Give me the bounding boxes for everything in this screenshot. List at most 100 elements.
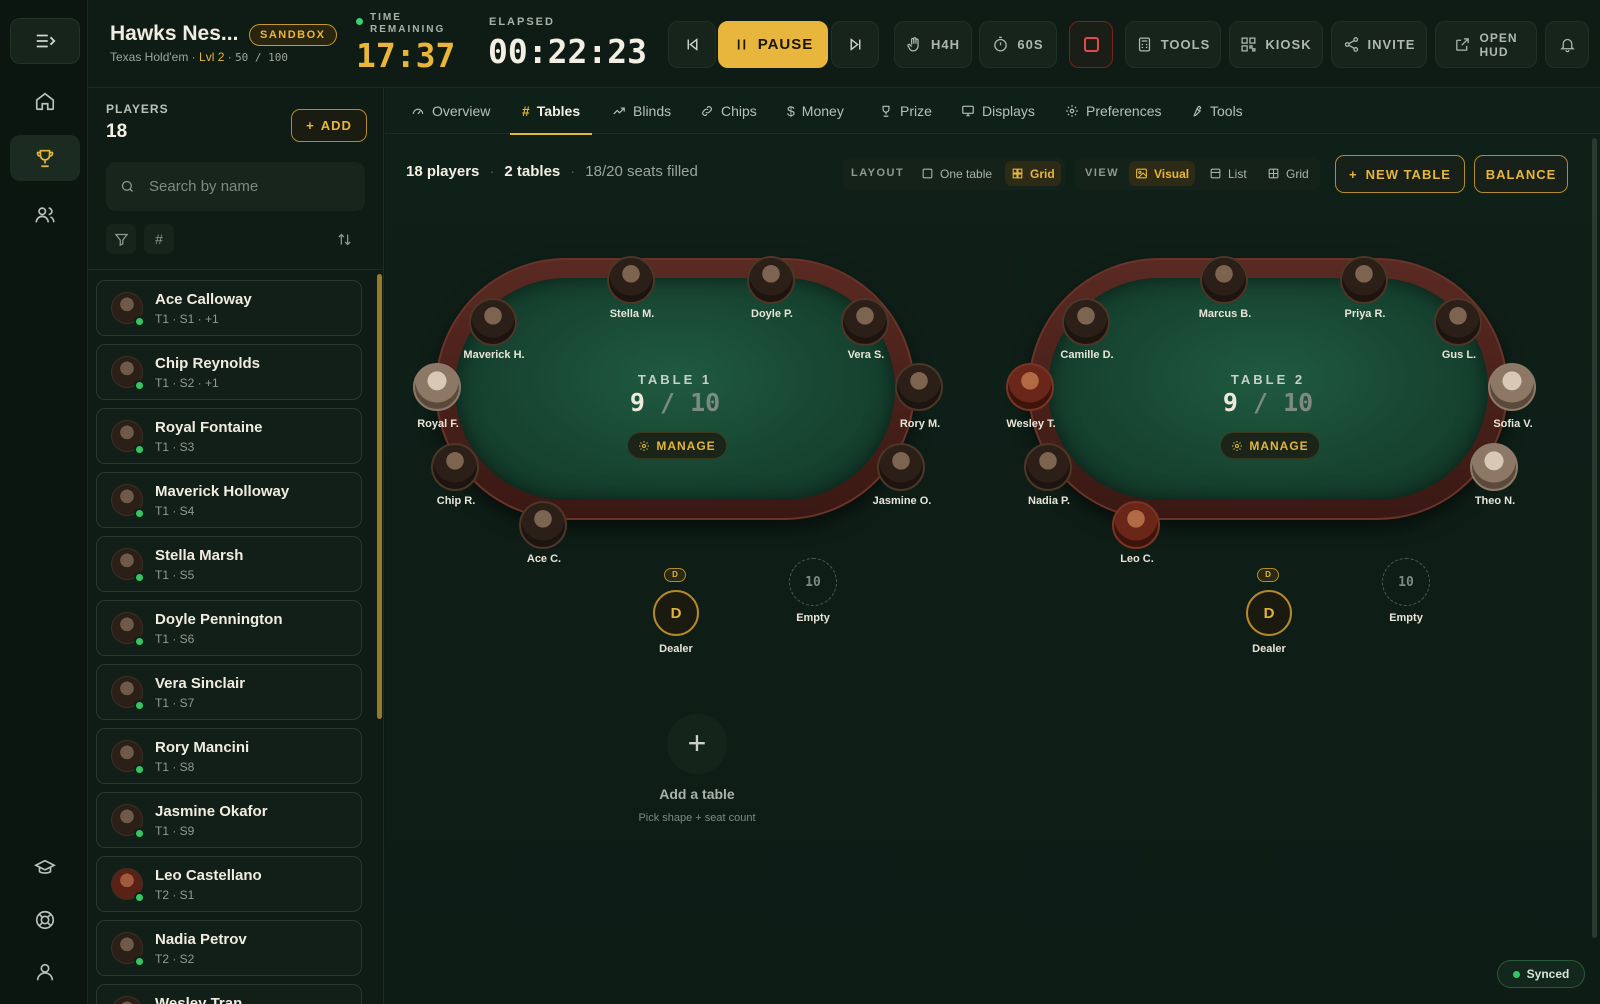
add-table-placeholder[interactable]: + Add a table Pick shape + seat count — [632, 714, 762, 824]
player-card[interactable]: Leo Castellano T2 · S1 — [96, 856, 362, 912]
rail-account-button[interactable] — [10, 949, 80, 995]
empty-seat[interactable]: 10 — [789, 558, 837, 606]
timer-60s-button[interactable]: 60S — [979, 21, 1057, 68]
seat-avatar[interactable] — [1200, 256, 1248, 304]
main-scrollbar[interactable] — [1592, 138, 1597, 938]
seat-player-name: Theo N. — [1474, 495, 1516, 507]
seat-avatar[interactable] — [519, 501, 567, 549]
seat-avatar[interactable] — [1024, 443, 1072, 491]
filter-button[interactable] — [106, 224, 136, 254]
empty-seat[interactable]: 10 — [1382, 558, 1430, 606]
seat-avatar[interactable] — [841, 298, 889, 346]
seat-avatar[interactable] — [1062, 298, 1110, 346]
player-card[interactable]: Wesley Tran — [96, 984, 362, 1004]
player-card[interactable]: Vera Sinclair T1 · S7 — [96, 664, 362, 720]
rail-home-button[interactable] — [10, 78, 80, 124]
tables-summary: 18 players · 2 tables · 18/20 seats filled — [406, 163, 698, 180]
player-card[interactable]: Jasmine Okafor T1 · S9 — [96, 792, 362, 848]
layout-one-table-option[interactable]: One table — [915, 161, 998, 186]
next-level-button[interactable] — [831, 21, 879, 68]
tab-bar: Overview # Tables Blinds Chips $ Money P… — [385, 88, 1600, 135]
view-grid-option[interactable]: Grid — [1261, 161, 1315, 186]
search-input[interactable]: Search by name — [149, 178, 258, 195]
seat-number-toggle[interactable]: # — [144, 224, 174, 254]
player-card[interactable]: Maverick Holloway T1 · S4 — [96, 472, 362, 528]
rail-learn-button[interactable] — [10, 845, 80, 891]
dealer-button[interactable]: D — [1246, 590, 1292, 636]
rail-players-button[interactable] — [10, 192, 80, 238]
manage-table-button[interactable]: MANAGE — [627, 432, 727, 459]
stop-button[interactable] — [1069, 21, 1113, 68]
empty-seat-label: Empty — [1389, 612, 1423, 624]
tab-tables[interactable]: # Tables — [509, 88, 593, 135]
open-hud-button[interactable]: OPEN HUD — [1435, 21, 1537, 68]
link-icon — [702, 106, 712, 116]
player-card[interactable]: Nadia Petrov T2 · S2 — [96, 920, 362, 976]
seat-avatar[interactable] — [413, 363, 461, 411]
player-card[interactable]: Rory Mancini T1 · S8 — [96, 728, 362, 784]
tab-preferences[interactable]: Preferences — [1065, 88, 1161, 134]
menu-toggle-button[interactable] — [10, 18, 80, 64]
tab-prize[interactable]: Prize — [879, 88, 932, 134]
dealer-button[interactable]: D — [653, 590, 699, 636]
new-table-button[interactable]: + NEW TABLE — [1335, 155, 1465, 193]
seat-avatar[interactable] — [431, 443, 479, 491]
seat-avatar[interactable] — [1006, 363, 1054, 411]
tab-money[interactable]: $ Money — [787, 88, 844, 134]
rail-tournament-button[interactable] — [10, 135, 80, 181]
layout-grid-option[interactable]: Grid — [1005, 161, 1061, 186]
tools-button[interactable]: TOOLS — [1125, 21, 1221, 68]
seat-avatar[interactable] — [1340, 256, 1388, 304]
poker-table-1[interactable]: TABLE 19 / 10 MANAGE Stella M. Doyle P. Mave… — [413, 238, 943, 655]
player-card[interactable]: Royal Fontaine T1 · S3 — [96, 408, 362, 464]
player-list-scrollbar[interactable] — [377, 274, 382, 719]
player-card[interactable]: Chip Reynolds T1 · S2 · +1 — [96, 344, 362, 400]
poker-table-2[interactable]: TABLE 29 / 10 MANAGE Marcus B. Priya R. Cami… — [1006, 238, 1536, 655]
external-link-icon — [1456, 38, 1470, 51]
tab-displays[interactable]: Displays — [961, 88, 1035, 134]
hash-icon: # — [522, 103, 530, 119]
seat-avatar[interactable] — [877, 443, 925, 491]
add-player-button[interactable]: + ADD — [291, 109, 367, 142]
tab-overview[interactable]: Overview — [411, 88, 490, 134]
invite-button[interactable]: INVITE — [1331, 21, 1427, 68]
seat-avatar[interactable] — [607, 256, 655, 304]
kiosk-button[interactable]: KIOSK — [1229, 21, 1323, 68]
view-visual-option[interactable]: Visual — [1129, 161, 1196, 186]
rail-help-button[interactable] — [10, 897, 80, 943]
players-panel: PLAYERS 18 + ADD Search by name # Ace Ca… — [88, 88, 384, 1004]
seat-avatar[interactable] — [1112, 501, 1160, 549]
pause-button[interactable]: PAUSE — [718, 21, 828, 68]
seat-avatar[interactable] — [1470, 443, 1518, 491]
player-seat: T1 · S7 — [155, 696, 195, 710]
hand-for-hand-button[interactable]: H4H — [894, 21, 972, 68]
main-content: Overview # Tables Blinds Chips $ Money P… — [385, 88, 1600, 1004]
gauge-icon — [412, 108, 424, 115]
add-table-plus-icon[interactable]: + — [667, 714, 727, 774]
notifications-button[interactable] — [1545, 21, 1589, 68]
tab-blinds[interactable]: Blinds — [612, 88, 671, 134]
tournament-title[interactable]: Hawks Nes... — [110, 22, 238, 46]
player-card[interactable]: Doyle Pennington T1 · S6 — [96, 600, 362, 656]
player-card[interactable]: Stella Marsh T1 · S5 — [96, 536, 362, 592]
seat-avatar[interactable] — [747, 256, 795, 304]
manage-table-button[interactable]: MANAGE — [1220, 432, 1320, 459]
tab-tools[interactable]: Tools — [1189, 88, 1243, 134]
seat-avatar[interactable] — [895, 363, 943, 411]
player-card[interactable]: Ace Calloway T1 · S1 · +1 — [96, 280, 362, 336]
stopwatch-icon — [994, 36, 1008, 52]
seat-avatar[interactable] — [1488, 363, 1536, 411]
player-seat: T2 · S1 — [155, 888, 195, 902]
seat-avatar[interactable] — [469, 298, 517, 346]
balance-button[interactable]: BALANCE — [1474, 155, 1568, 193]
tab-chips[interactable]: Chips — [700, 88, 757, 134]
player-search-field[interactable]: Search by name — [106, 162, 365, 211]
table-grid-icon — [1268, 168, 1279, 179]
view-list-option[interactable]: List — [1203, 161, 1253, 186]
seat-player-name: Priya R. — [1344, 308, 1386, 320]
player-name: Stella Marsh — [155, 547, 244, 564]
dealer-label: Dealer — [1252, 643, 1286, 655]
sort-button[interactable] — [329, 224, 359, 254]
seat-avatar[interactable] — [1434, 298, 1482, 346]
previous-level-button[interactable] — [668, 21, 716, 68]
